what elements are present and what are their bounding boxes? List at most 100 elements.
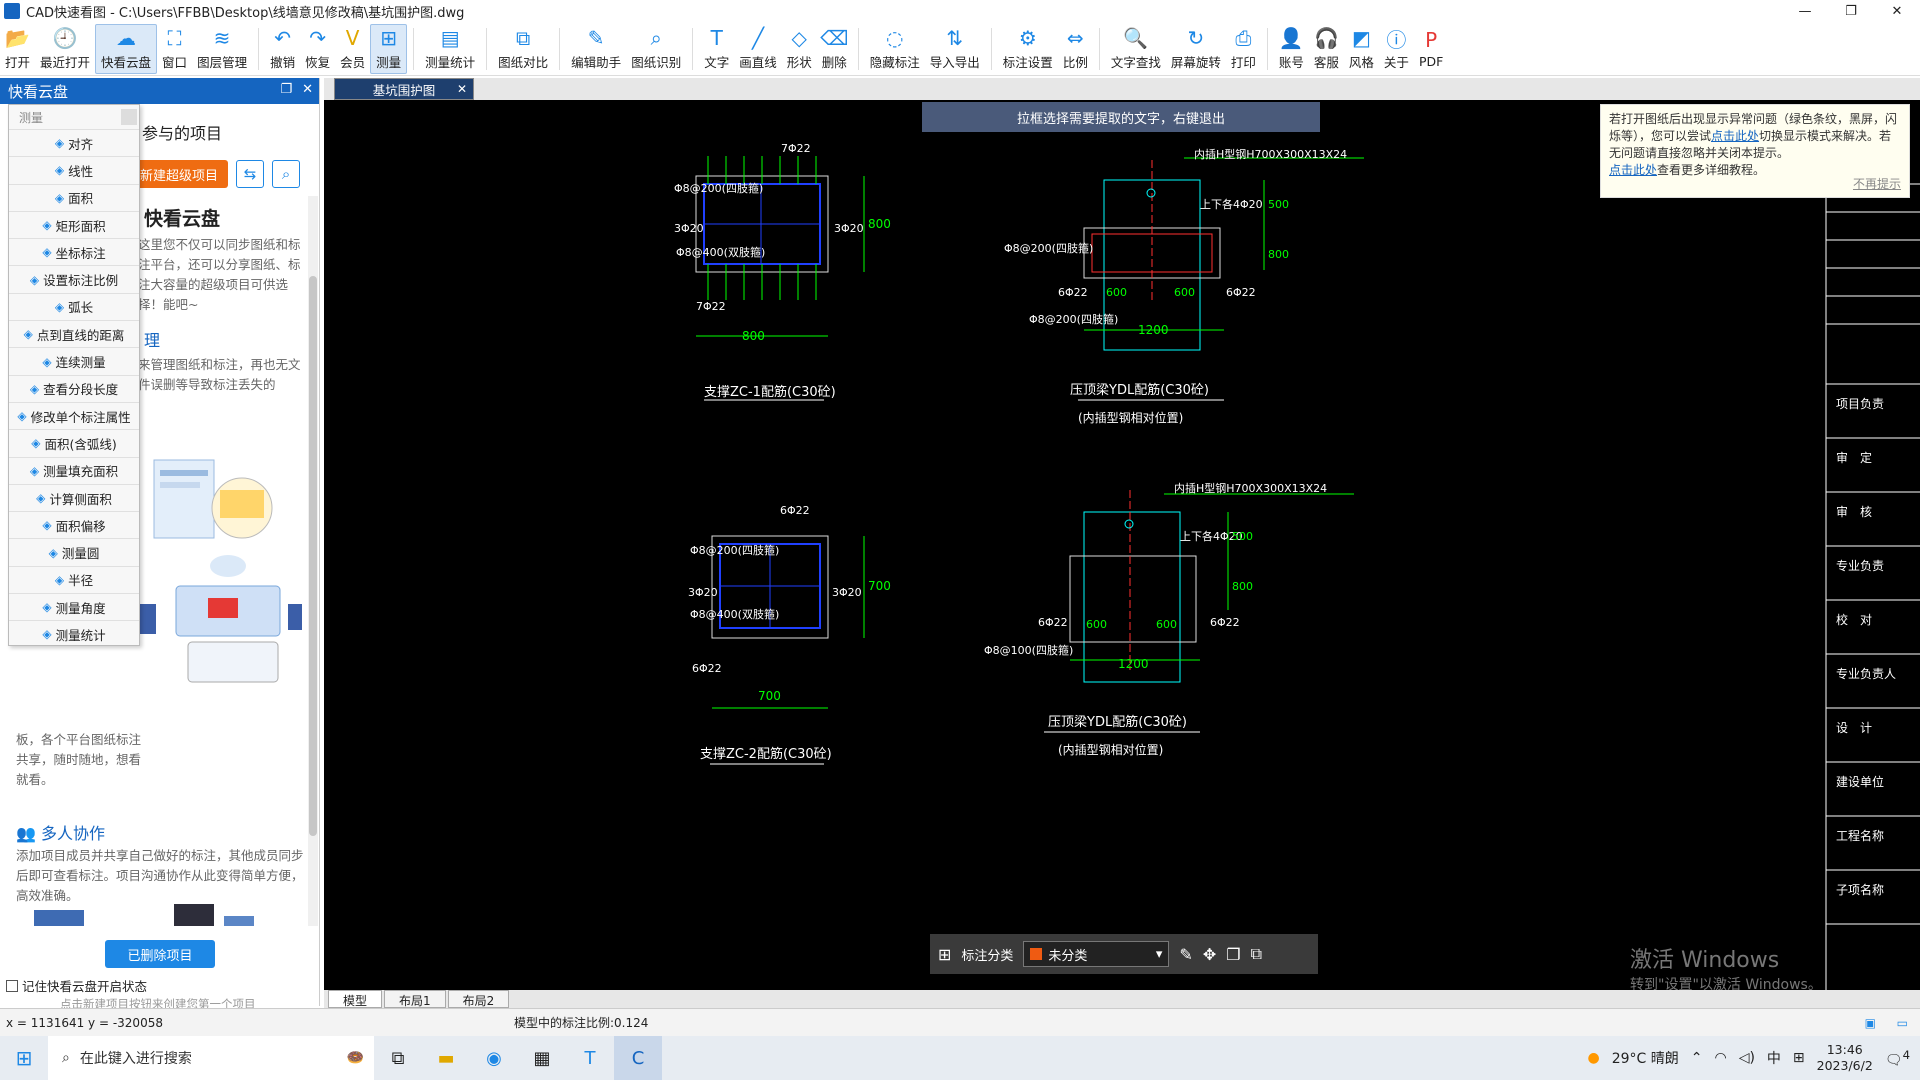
- measure-menu-item-13[interactable]: ◈ 计算侧面积: [9, 483, 139, 511]
- measure-menu-item-2[interactable]: ◈ 面积: [9, 183, 139, 211]
- close-button[interactable]: ✕: [1874, 0, 1920, 22]
- measure-menu-item-18[interactable]: ◈ 测量统计: [9, 620, 139, 647]
- drawing-canvas[interactable]: Φ8@200(四肢箍) Φ8@400(双肢箍) 7Φ22 7Φ22 800 80…: [324, 100, 1920, 990]
- toolbar-btn-19[interactable]: ⚙ 标注设置: [998, 24, 1058, 74]
- toolbar-btn-25[interactable]: 🎧 客服: [1309, 24, 1344, 74]
- search-icon[interactable]: ⌕: [272, 160, 301, 188]
- grid-tray-icon[interactable]: ⊞: [1793, 1050, 1805, 1066]
- copy-icon[interactable]: ❐: [1226, 945, 1240, 964]
- tab-model[interactable]: 模型: [328, 990, 383, 1008]
- toolbar-btn-5[interactable]: ↶ 撤销: [265, 24, 300, 74]
- toolbar-btn-3[interactable]: ⛶ 窗口: [157, 24, 192, 74]
- calculator-icon[interactable]: ▦: [518, 1036, 566, 1080]
- toolbar-btn-24[interactable]: 👤 账号: [1274, 24, 1309, 74]
- anno-category-select[interactable]: 未分类 ▾: [1023, 941, 1170, 967]
- toolbar-btn-26[interactable]: ◩ 风格: [1344, 24, 1379, 74]
- annotation-scale: 模型中的标注比例:0.124: [514, 1016, 649, 1030]
- edit-icon[interactable]: ✎: [1179, 945, 1192, 964]
- toolbar-btn-21[interactable]: 🔍 文字查找: [1106, 24, 1166, 74]
- close-panel-icon[interactable]: ✕: [302, 82, 313, 97]
- measure-menu-item-15[interactable]: ◈ 测量圆: [9, 538, 139, 565]
- toolbar-btn-8[interactable]: ⊞ 测量: [370, 23, 408, 74]
- display-mode-icon[interactable]: ▣: [1865, 1016, 1876, 1030]
- toolbar-btn-1[interactable]: 🕘 最近打开: [35, 24, 95, 74]
- annotation-toolbar: ⊞ 标注分类 未分类 ▾ ✎ ✥ ❐ ⧉: [930, 934, 1318, 974]
- tray-chevron-icon[interactable]: ⌃: [1691, 1050, 1703, 1066]
- toolbar-btn-12[interactable]: ⌕ 图纸识别: [626, 24, 686, 74]
- toolbar-btn-0[interactable]: 📂 打开: [0, 24, 35, 74]
- toolbar-btn-15[interactable]: ◇ 形状: [782, 24, 817, 74]
- measure-menu-item-14[interactable]: ◈ 面积偏移: [9, 511, 139, 538]
- remember-checkbox[interactable]: [6, 979, 18, 992]
- new-project-button[interactable]: 新建超级项目: [130, 160, 229, 188]
- volume-icon[interactable]: ◁): [1739, 1050, 1755, 1066]
- toolbar-btn-28[interactable]: P PDF: [1414, 24, 1448, 74]
- toolbar-btn-4[interactable]: ≋ 图层管理: [192, 24, 252, 74]
- measure-menu-item-17[interactable]: ◈ 测量角度: [9, 593, 139, 620]
- measure-menu-item-11[interactable]: ◈ 面积(含弧线): [9, 429, 139, 456]
- edge-icon[interactable]: ◉: [470, 1036, 518, 1080]
- ime-indicator[interactable]: 中: [1767, 1048, 1781, 1068]
- measure-menu-item-6[interactable]: ◈ 弧长: [9, 292, 139, 320]
- toolbar-btn-7[interactable]: V 会员: [335, 24, 370, 74]
- measure-menu-item-3[interactable]: ◈ 矩形面积: [9, 210, 139, 238]
- scroll-thumb[interactable]: [309, 276, 317, 836]
- toolbar-btn-13[interactable]: T 文字: [699, 24, 734, 74]
- paste-icon[interactable]: ⧉: [1251, 944, 1262, 964]
- weather-text[interactable]: 29°C 晴朗: [1612, 1048, 1679, 1068]
- task-view-icon[interactable]: ⧉: [374, 1036, 422, 1080]
- measure-menu-item-5[interactable]: ◈ 设置标注比例: [9, 265, 139, 292]
- measure-menu-item-4[interactable]: ◈ 坐标标注: [9, 238, 139, 265]
- move-icon[interactable]: ✥: [1203, 945, 1216, 964]
- file-explorer-icon[interactable]: ▬: [422, 1036, 470, 1080]
- restore-panel-icon[interactable]: ❐: [280, 82, 292, 97]
- toolbar-btn-11[interactable]: ✎ 编辑助手: [566, 24, 626, 74]
- toolbar-btn-2[interactable]: ☁ 快看云盘: [95, 23, 158, 74]
- notice-link1[interactable]: 点击此处: [1711, 129, 1759, 143]
- toolbar-btn-18[interactable]: ⇅ 导入导出: [925, 24, 985, 74]
- measure-tool-icon: ◈: [17, 409, 27, 424]
- tab-label: 基坑围护图: [372, 82, 436, 98]
- remember-checkbox-row[interactable]: 记住快看云盘开启状态: [6, 976, 147, 995]
- measure-menu-item-12[interactable]: ◈ 测量填充面积: [9, 456, 139, 484]
- toolbar-btn-20[interactable]: ⇔ 比例: [1058, 24, 1093, 74]
- deleted-projects-button[interactable]: 已删除项目: [105, 940, 215, 968]
- measure-menu-item-7[interactable]: ◈ 点到直线的距离: [9, 320, 139, 347]
- toolbar-btn-27[interactable]: ⓘ 关于: [1379, 24, 1414, 74]
- toolbar-btn-14[interactable]: ╱ 画直线: [734, 24, 782, 74]
- fullscreen-icon[interactable]: ▭: [1897, 1016, 1908, 1030]
- grid-icon[interactable]: ⊞: [938, 945, 951, 964]
- tab-layout2[interactable]: 布局2: [447, 990, 510, 1008]
- measure-menu-item-10[interactable]: ◈ 修改单个标注属性: [9, 401, 139, 429]
- maximize-button[interactable]: ❐: [1828, 0, 1874, 22]
- measure-menu-item-9[interactable]: ◈ 查看分段长度: [9, 374, 139, 402]
- measure-menu-item-8[interactable]: ◈ 连续测量: [9, 347, 139, 374]
- measure-menu-item-0[interactable]: ◈ 对齐: [9, 129, 139, 156]
- measure-menu-item-16[interactable]: ◈ 半径: [9, 565, 139, 593]
- sync-icon[interactable]: ⇆: [236, 160, 265, 188]
- taskbar-search[interactable]: ⌕ 在此键入进行搜索 🍩: [48, 1036, 374, 1080]
- tab-layout1[interactable]: 布局1: [384, 990, 446, 1008]
- toolbar-btn-22[interactable]: ↻ 屏幕旋转: [1166, 24, 1226, 74]
- toolbar-btn-10[interactable]: ⧉ 图纸对比: [493, 24, 553, 74]
- toolbar-btn-9[interactable]: ▤ 测量统计: [420, 24, 480, 74]
- minimize-button[interactable]: —: [1782, 0, 1828, 22]
- teams-app-icon[interactable]: T: [566, 1036, 614, 1080]
- start-button[interactable]: ⊞: [0, 1036, 48, 1080]
- zc1-bottom: 7Φ22: [696, 300, 726, 313]
- tab-close-icon[interactable]: ✕: [457, 82, 467, 96]
- tab-foundation-drawing[interactable]: 基坑围护图 ✕: [334, 78, 474, 100]
- dont-show-again-link[interactable]: 不再提示: [1853, 176, 1901, 193]
- wifi-icon[interactable]: ◠: [1714, 1050, 1726, 1066]
- menu-pin-icon[interactable]: [121, 109, 137, 125]
- clock[interactable]: 13:46 2023/6/2: [1817, 1042, 1873, 1074]
- panel-scrollbar[interactable]: [308, 196, 318, 926]
- toolbar-btn-16[interactable]: ⌫ 删除: [817, 24, 852, 74]
- notification-icon[interactable]: 🗨4: [1885, 1048, 1910, 1069]
- toolbar-btn-17[interactable]: ◌ 隐藏标注: [865, 24, 925, 74]
- cad-viewer-app-icon[interactable]: C: [614, 1036, 662, 1080]
- notice-link2[interactable]: 点击此处: [1609, 163, 1657, 177]
- toolbar-btn-23[interactable]: ⎙ 打印: [1226, 24, 1261, 74]
- toolbar-btn-6[interactable]: ↷ 恢复: [300, 24, 335, 74]
- measure-menu-item-1[interactable]: ◈ 线性: [9, 156, 139, 183]
